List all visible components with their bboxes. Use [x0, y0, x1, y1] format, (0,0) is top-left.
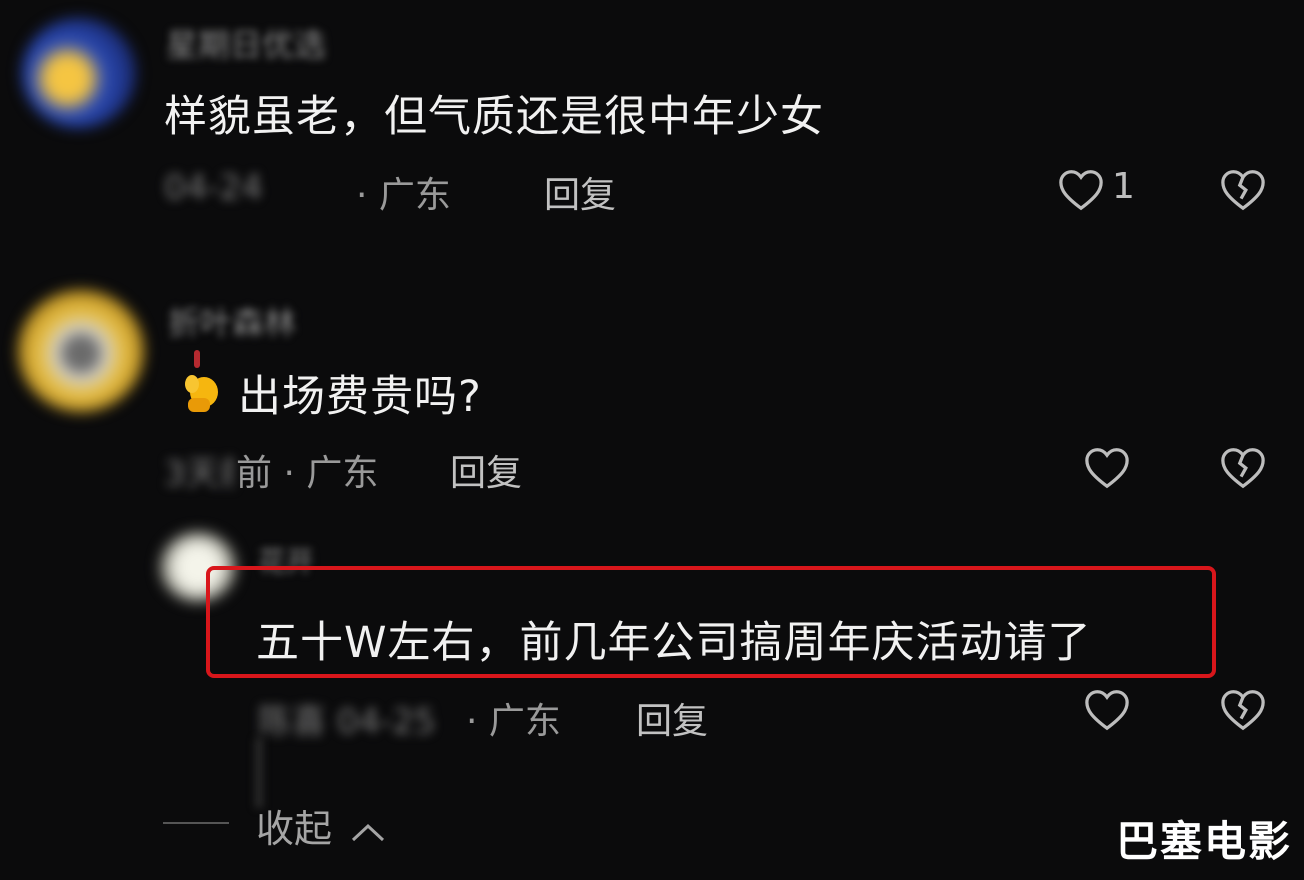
- reply-button[interactable]: 回复: [450, 444, 522, 496]
- heart-outline-icon[interactable]: [1084, 688, 1130, 732]
- broken-heart-icon[interactable]: [1220, 446, 1266, 490]
- comment-text: 五十W左右，前几年公司搞周年庆活动请了: [256, 618, 1092, 668]
- heart-outline-icon[interactable]: [1084, 446, 1130, 490]
- reply-button[interactable]: 回复: [544, 166, 616, 218]
- comment-username[interactable]: 星期日优选: [166, 20, 326, 66]
- collapse-replies-button[interactable]: 收起: [256, 798, 386, 853]
- collapse-label: 收起: [256, 807, 333, 851]
- comment-location: · 广东: [466, 701, 561, 742]
- comment-username[interactable]: 折叶森林: [168, 298, 296, 344]
- broken-heart-icon[interactable]: [1220, 688, 1266, 732]
- comment-text: 样貌虽老，但气质还是很中年少女: [164, 92, 824, 142]
- heart-outline-icon[interactable]: [1058, 168, 1104, 212]
- broken-heart-icon[interactable]: [1220, 168, 1266, 212]
- comment-date: 04-24: [164, 168, 263, 208]
- avatar[interactable]: [18, 290, 144, 412]
- chevron-up-icon: [352, 823, 385, 841]
- like-count: 1: [1112, 166, 1135, 207]
- comment-text: 出场费贵吗?: [238, 372, 482, 422]
- comment-location: 前 · 广东: [236, 453, 379, 494]
- comment-date: 陈喜 04-25: [258, 702, 436, 742]
- avatar[interactable]: [22, 18, 136, 128]
- comment-date: 3天前: [164, 454, 234, 494]
- reply-button[interactable]: 回复: [636, 692, 708, 744]
- thread-line: [163, 822, 229, 824]
- comment-location: · 广东: [356, 175, 451, 216]
- pinching-hand-emoji: [185, 350, 218, 412]
- watermark: 巴塞电影: [1116, 817, 1293, 866]
